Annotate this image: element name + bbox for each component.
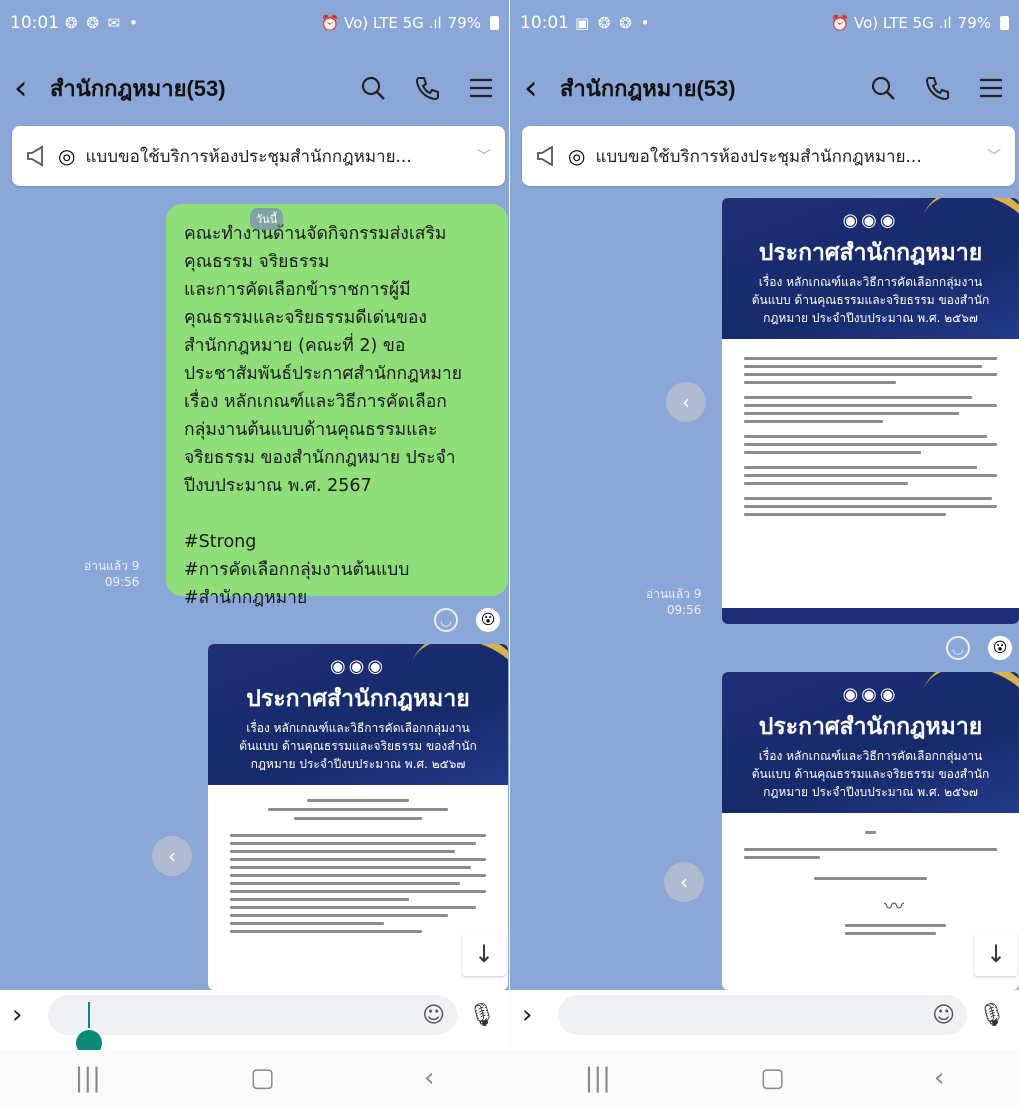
system-nav-bar: ||| ▢ ‹ <box>510 1050 1019 1106</box>
message-input-bar: › ☺ 🎙 <box>510 990 1019 1040</box>
nav-back-icon[interactable]: ‹ <box>424 1063 434 1093</box>
card-banner: ◉◉◉ ประกาศสำนักกฎหมาย เรื่อง หลักเกณฑ์แล… <box>208 644 508 785</box>
search-icon[interactable] <box>869 74 897 102</box>
arrow-down-icon[interactable]: ↓ <box>974 932 1018 976</box>
read-count: อ่านแล้ว 9 <box>84 559 140 573</box>
card-title: ประกาศสำนักกฎหมาย <box>246 685 470 711</box>
smile-icon[interactable]: ◡ <box>946 636 970 660</box>
document-body: 〰 <box>722 813 1019 948</box>
phone-icon[interactable] <box>413 74 441 102</box>
reaction-emoji-icon[interactable]: 😮 <box>476 608 500 632</box>
status-time: 10:01 <box>520 13 569 33</box>
system-nav-bar: ||| ▢ ‹ <box>0 1050 509 1106</box>
announcement-bar[interactable]: ◎ แบบขอใช้บริการห้องประชุมสำนักกฎหมาย...… <box>12 126 505 186</box>
chat-header: ‹ สำนักกฎหมาย(53) <box>510 56 1019 120</box>
status-bar: 10:01 ❂ ❂ ✉ • ⏰ Vo) LTE 5G .ıl 79% <box>0 0 509 46</box>
home-icon[interactable]: ▢ <box>250 1063 275 1093</box>
message-reactions: ◡ 😮 <box>946 636 1012 660</box>
share-icon[interactable]: ‹ <box>664 862 704 902</box>
document-body <box>208 785 508 946</box>
recents-icon[interactable]: ||| <box>585 1063 611 1093</box>
message-time: 09:56 <box>104 575 140 589</box>
logo-icons: ◉◉◉ <box>842 684 899 705</box>
card-title: ประกาศสำนักกฎหมาย <box>758 239 983 265</box>
signature-icon: 〰 <box>884 894 904 918</box>
card-subtitle: เรื่อง หลักเกณฑ์และวิธีการคัดเลือกกลุ่มง… <box>751 749 990 799</box>
logo-icons: ◉◉◉ <box>329 656 387 677</box>
menu-icon[interactable] <box>977 74 1005 102</box>
share-icon[interactable]: ‹ <box>666 382 706 422</box>
card-banner: ◉◉◉ ประกาศสำนักกฎหมาย เรื่อง หลักเกณฑ์แล… <box>722 198 1019 339</box>
announcement-image-card-1[interactable]: ◉◉◉ ประกาศสำนักกฎหมาย เรื่อง หลักเกณฑ์แล… <box>722 198 1019 624</box>
status-signal-icons: ⏰ Vo) LTE 5G .ıl <box>320 14 442 32</box>
message-input[interactable] <box>60 1005 423 1025</box>
mic-icon[interactable]: 🎙 <box>977 1003 1007 1028</box>
reaction-emoji-icon[interactable]: 😮 <box>988 636 1012 660</box>
chevron-right-icon[interactable]: › <box>12 1000 48 1030</box>
battery-level: 79% <box>957 14 991 32</box>
recents-icon[interactable]: ||| <box>75 1063 101 1093</box>
battery-level: 79% <box>447 14 481 32</box>
chat-header: ‹ สำนักกฎหมาย(53) <box>0 56 509 120</box>
nav-back-icon[interactable]: ‹ <box>934 1063 944 1093</box>
announcement-text: แบบขอใช้บริการห้องประชุมสำนักกฎหมาย... <box>85 146 412 167</box>
back-chevron-icon[interactable]: ‹ <box>524 68 560 108</box>
message-reactions: ◡ 😮 <box>434 608 500 632</box>
date-chip: วันนี้ <box>250 208 284 230</box>
chevron-down-icon[interactable]: ﹀ <box>477 146 491 166</box>
emoji-smile-icon[interactable]: ☺ <box>422 1003 445 1028</box>
status-notification-icons: ▣ ❂ ❂ • <box>575 14 652 32</box>
phone-icon[interactable] <box>923 74 951 102</box>
text-cursor <box>88 1002 90 1028</box>
megaphone-icon <box>27 145 43 167</box>
battery-icon <box>490 16 499 30</box>
message-bubble[interactable]: คณะทำงานด้านจัดกิจกรรมส่งเสริม คุณธรรม จ… <box>166 204 508 608</box>
back-chevron-icon[interactable]: ‹ <box>14 68 50 108</box>
status-signal-icons: ⏰ Vo) LTE 5G .ıl <box>830 14 952 32</box>
card-banner: ◉◉◉ ประกาศสำนักกฎหมาย เรื่อง หลักเกณฑ์แล… <box>722 672 1019 813</box>
status-time: 10:01 <box>10 13 59 33</box>
mic-icon[interactable]: 🎙 <box>467 1003 497 1028</box>
message-read-info: อ่านแล้ว 9 09:56 <box>646 586 701 618</box>
message-input-bar: › ☺ 🎙 <box>0 990 509 1040</box>
read-count: อ่านแล้ว 9 <box>646 587 702 601</box>
card-title: ประกาศสำนักกฎหมาย <box>758 713 983 739</box>
home-icon[interactable]: ▢ <box>760 1063 785 1093</box>
right-phone-screen: 10:01 ▣ ❂ ❂ • ⏰ Vo) LTE 5G .ıl 79% ‹ สำน… <box>510 0 1019 1106</box>
left-phone-screen: 10:01 ❂ ❂ ✉ • ⏰ Vo) LTE 5G .ıl 79% ‹ สำน… <box>0 0 509 1106</box>
emoji-smile-icon[interactable]: ☺ <box>932 1003 955 1028</box>
battery-icon <box>1000 16 1009 30</box>
message-read-info: อ่านแล้ว 9 09:56 <box>84 558 139 590</box>
announcement-emoji-icon: ◎ <box>58 144 76 168</box>
share-icon[interactable]: ‹ <box>152 836 192 876</box>
announcement-text: แบบขอใช้บริการห้องประชุมสำนักกฎหมาย... <box>595 146 922 167</box>
logo-icons: ◉◉◉ <box>842 210 899 231</box>
chat-title: สำนักกฎหมาย(53) <box>50 75 226 101</box>
chevron-right-icon[interactable]: › <box>522 1000 558 1030</box>
arrow-down-icon[interactable]: ↓ <box>462 932 506 976</box>
chat-title: สำนักกฎหมาย(53) <box>560 75 736 101</box>
status-bar: 10:01 ▣ ❂ ❂ • ⏰ Vo) LTE 5G .ıl 79% <box>510 0 1019 46</box>
document-body <box>722 339 1019 529</box>
menu-icon[interactable] <box>467 74 495 102</box>
message-input-box[interactable]: ☺ <box>48 995 457 1035</box>
search-icon[interactable] <box>359 74 387 102</box>
megaphone-icon <box>537 145 553 167</box>
announcement-bar[interactable]: ◎ แบบขอใช้บริการห้องประชุมสำนักกฎหมาย...… <box>522 126 1015 186</box>
card-subtitle: เรื่อง หลักเกณฑ์และวิธีการคัดเลือกกลุ่มง… <box>751 275 990 325</box>
card-subtitle: เรื่อง หลักเกณฑ์และวิธีการคัดเลือกกลุ่มง… <box>239 721 477 771</box>
message-input-box[interactable]: ☺ <box>558 995 967 1035</box>
smile-icon[interactable]: ◡ <box>434 608 458 632</box>
card-footer <box>722 608 1019 624</box>
message-time: 09:56 <box>666 603 702 617</box>
status-notification-icons: ❂ ❂ ✉ • <box>65 14 140 32</box>
announcement-emoji-icon: ◎ <box>568 144 586 168</box>
chevron-down-icon[interactable]: ﹀ <box>987 146 1001 166</box>
